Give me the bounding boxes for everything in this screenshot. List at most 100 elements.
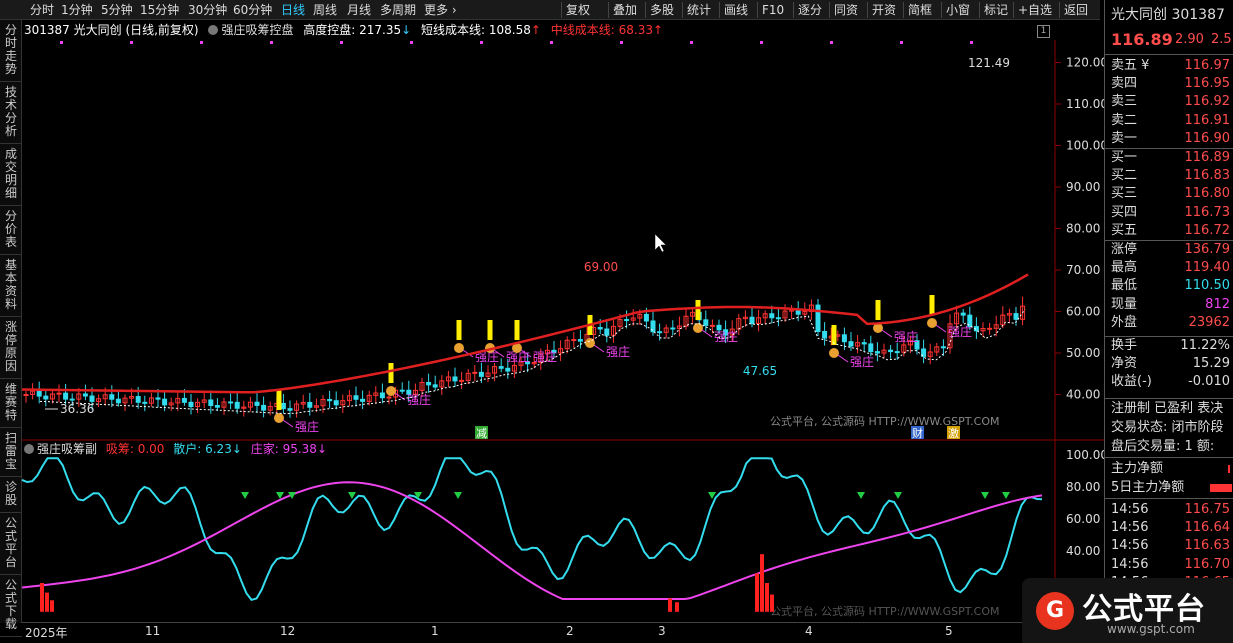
candle-body [82,393,88,397]
flow-main: 主力净额 [1105,460,1233,478]
candle-body [604,328,610,336]
ask-2-label: 卖二 [1111,112,1138,128]
candle-body [841,334,847,343]
ask-5-value: 116.97 [1184,58,1231,73]
green-signal-triangle [981,492,989,499]
candle-body [960,312,966,316]
stat-3-value: 812 [1205,296,1230,312]
date-label-2: 12 [280,624,296,638]
candle-body [769,313,775,319]
top-marker-dot [550,41,553,44]
settings-icon[interactable] [24,444,34,454]
candle-body [261,404,267,411]
top-marker-dot [410,41,413,44]
settings-icon[interactable] [208,25,219,35]
stat2-0-label: 换手 [1111,338,1138,353]
price-change: 2.90 [1175,32,1204,47]
after-hours: 盘后交易量: 1 额: [1105,438,1233,456]
money-bag-icon [274,413,284,423]
candle-body [234,401,240,409]
absorb-bar-6 [760,554,764,612]
candle-body [214,405,220,408]
stock-name: 光大同创 301387 [1111,7,1225,23]
indicator-name[interactable]: 强庄吸筹控盘 [221,23,293,37]
bid-2-value: 116.83 [1184,168,1231,184]
date-label-5: 3 [658,624,666,638]
param-short-cost: 短线成本线: 108.58↑ [421,23,541,37]
kline-chart[interactable]: 120.00 110.00 100.00 90.00 80.00 70.00 60.00 50… [0,0,1104,643]
candle-body [874,351,880,354]
signal-candle-6 [695,300,701,320]
signal-arrow [837,354,849,363]
absorb-bar-1 [45,592,49,612]
tick-3-value: 116.70 [1184,556,1231,572]
signal-candle-9 [929,295,935,315]
bid-2: 买二 116.83 [1105,167,1233,185]
price-axis-label-4: 80.00 [1066,222,1100,236]
price-row: 116.89 2.90 2.5 [1105,31,1233,51]
flow-5day-label: 5日主力净额 [1111,480,1185,495]
logo-icon: G [1036,592,1074,630]
retail-curve [21,457,1043,602]
money-bag-icon [585,338,595,348]
signal-candle-7 [831,325,837,345]
param-mid-cost: 中线成本线: 68.33↑ [550,23,664,37]
signal-candle-8 [875,300,881,320]
signal-label-6: 强庄 [714,329,738,344]
stat-0-label: 涨停 [1111,242,1138,257]
bid-3: 买三 116.80 [1105,185,1233,203]
stock-name-row: 光大同创 301387 [1105,6,1233,24]
ask-2-value: 116.91 [1184,112,1231,128]
flow-main-bar [1228,465,1230,473]
bid-3-label: 买三 [1111,186,1138,202]
tick-1-value: 116.64 [1184,520,1231,536]
bid-5-label: 买五 [1111,222,1138,238]
bid-1-value: 116.89 [1184,150,1231,165]
candle-body [624,319,630,322]
sub-indicator-header: 强庄吸筹副 吸筹: 0.00 散户: 6.23↓ 庄家: 95.38↓ [24,440,327,458]
stat-0: 涨停 136.79 [1105,241,1233,259]
top-marker-dot [970,41,973,44]
stat-4: 外盘 23962 [1105,314,1233,332]
date-label-0: 2025年 [25,626,68,640]
candle-body [56,392,62,395]
candle-body [749,316,755,325]
candle-body [1013,313,1019,320]
candle-body [69,398,75,401]
watermark-sub: 公式平台, 公式源码 HTTP://WWW.GSPT.COM [770,604,1000,618]
tick-3: 14:56 116.70 [1105,556,1233,574]
signal-candle-4 [514,320,520,340]
top-marker-dot [760,41,763,44]
candle-body [577,339,583,342]
candle-body [709,324,715,327]
divider [1105,54,1233,55]
candle-body [43,395,49,400]
candle-body [327,398,333,402]
green-signal-triangle [241,492,249,499]
date-label-4: 2 [566,624,574,638]
ask-1: 卖一 116.90 [1105,130,1233,148]
tick-1: 14:56 116.64 [1105,519,1233,537]
stock-title: 301387 光大同创 (日线,前复权) [24,23,199,37]
sub-axis-label-2: 60.00 [1066,512,1100,526]
absorb-bar-0 [40,583,44,612]
param-height-control: 高度控盘: 217.35↓ [303,23,412,37]
top-marker-dot [480,41,483,44]
signal-arrow [935,324,947,333]
sub-indicator-name[interactable]: 强庄吸筹副 [37,442,97,456]
money-bag-icon [386,386,396,396]
date-label-7: 5 [945,624,953,638]
candle-body [109,394,115,400]
candle-body [505,367,511,372]
bid-1-label: 买一 [1111,150,1138,165]
bid-1: 买一 116.89 [1105,149,1233,167]
last-price: 116.89 [1111,30,1173,49]
flow-5day: 5日主力净额 [1105,479,1233,497]
candle-body [135,396,141,403]
candle-body [89,395,95,402]
scale-button[interactable]: 1 [1037,25,1050,38]
ask-3-label: 卖三 [1111,94,1138,110]
candle-body [426,381,432,386]
candle-body [333,400,339,406]
price-axis-label-1: 110.00 [1066,97,1104,111]
